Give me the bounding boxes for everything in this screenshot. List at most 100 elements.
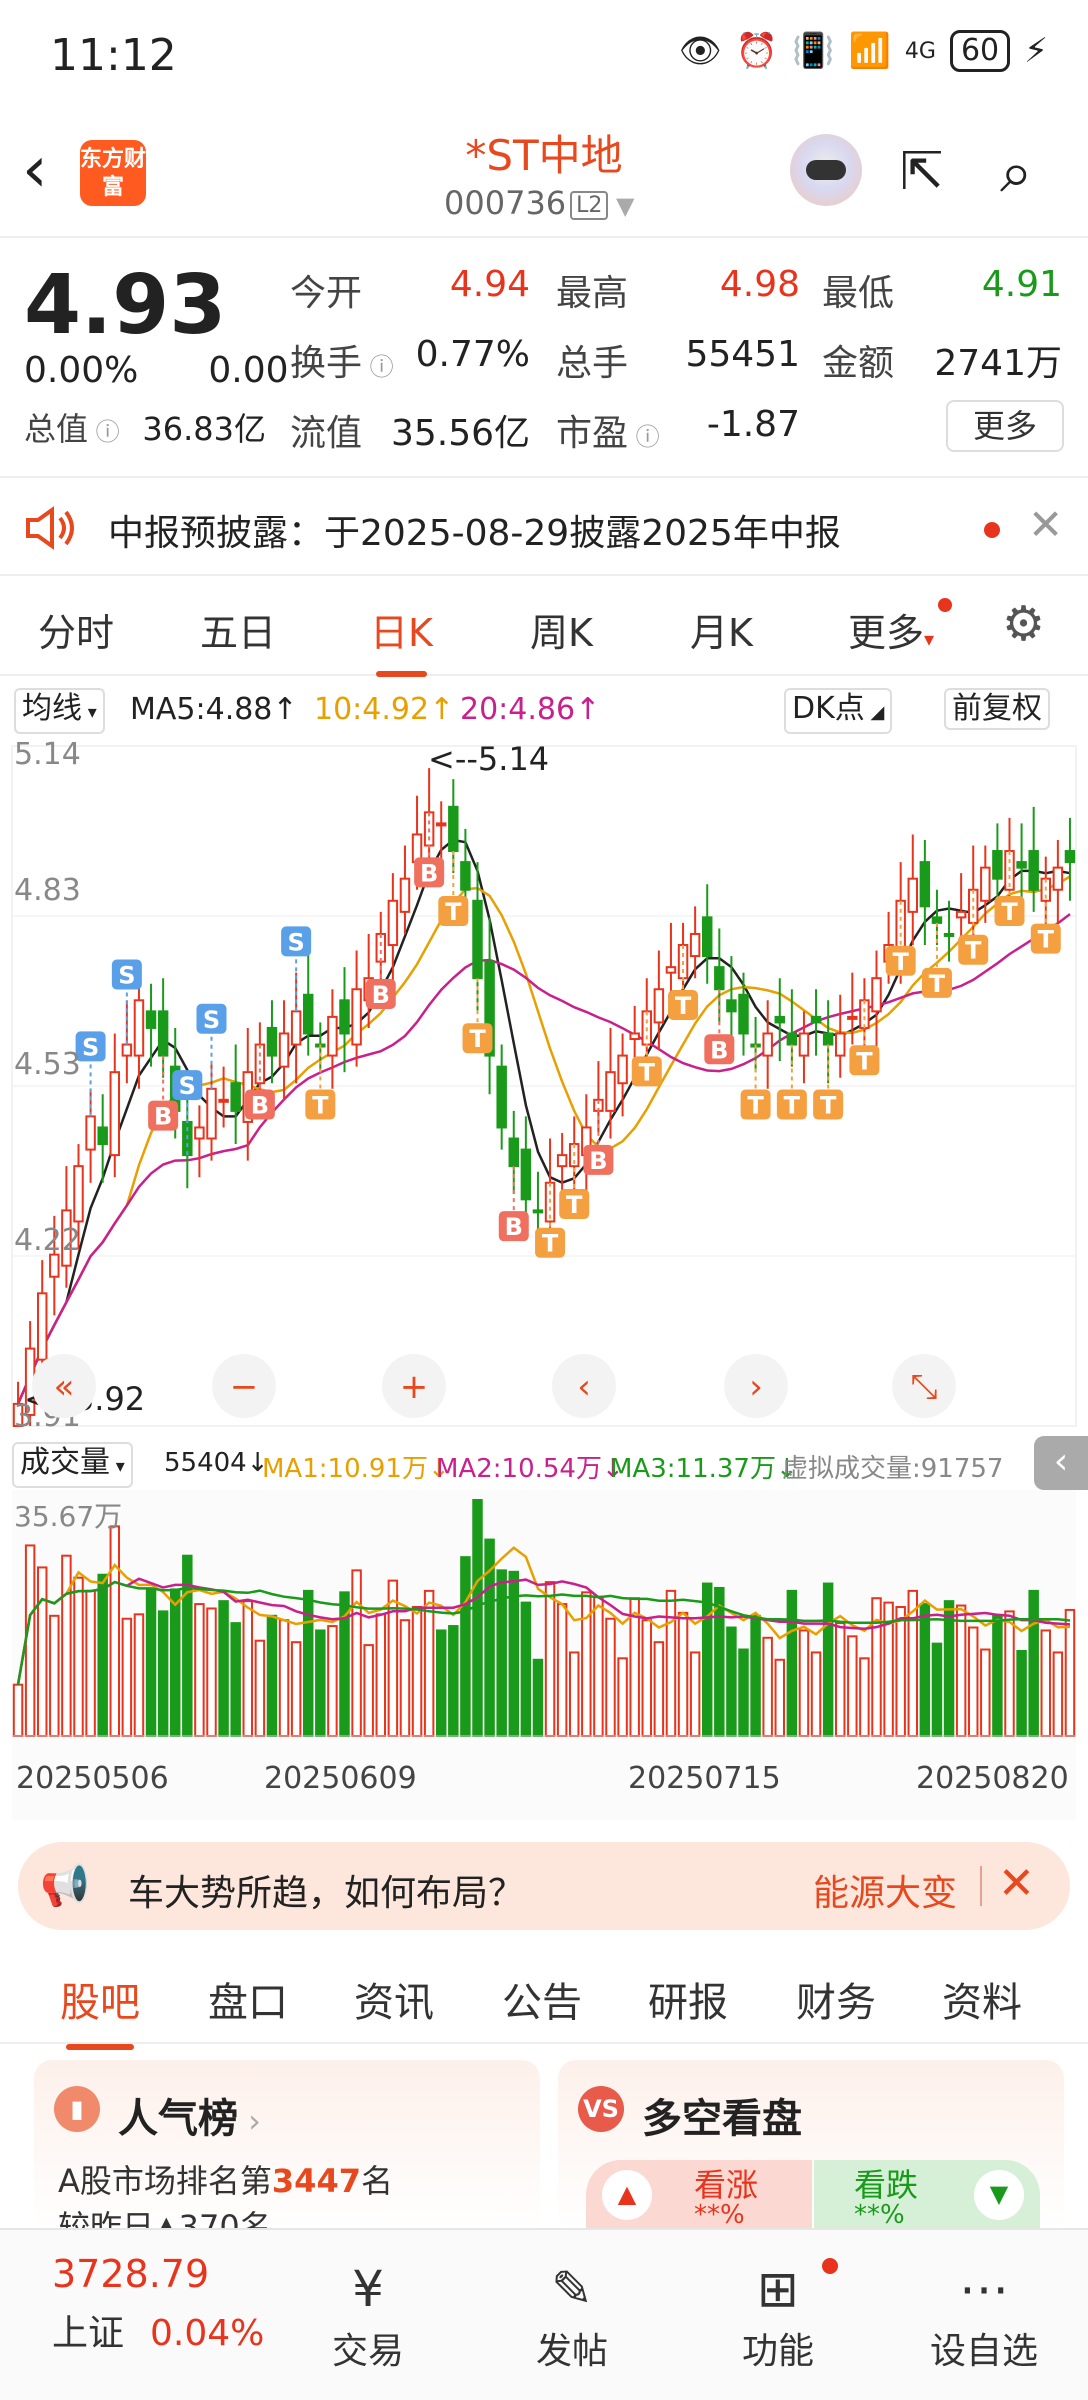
x-tick-label: 20250715 [628, 1761, 781, 1796]
tab-monthly-k[interactable]: 月K [690, 602, 753, 657]
chart-control-icon: ⤡ [910, 1367, 937, 1407]
signal-label: S [179, 1072, 196, 1100]
alarm-icon: ⏰ [735, 31, 779, 71]
search-icon[interactable]: ⌕ [1000, 138, 1032, 207]
collapse-panel-button[interactable]: ‹ [1034, 1436, 1088, 1490]
ma10-value: 10:4.92↑ [314, 692, 455, 727]
popularity-card[interactable]: ▮ 人气榜 › A股市场排名第3447名 较昨日▲370名 [34, 2060, 540, 2230]
volume-bar [230, 1622, 241, 1737]
candle [36, 1292, 48, 1361]
current-price: 4.93 [24, 258, 227, 353]
megaphone-icon: 📢 [40, 1863, 90, 1909]
candle [302, 993, 314, 1035]
candle [1052, 866, 1064, 891]
tab-daily-k[interactable]: 日K [370, 602, 433, 677]
volume-chart[interactable]: 35.67万 20250506 20250609 20250715 202508… [0, 1490, 1088, 1820]
candle [980, 866, 991, 902]
close-icon[interactable]: ✕ [1028, 500, 1063, 549]
change-pct: 0.00% [24, 350, 139, 391]
pe-label[interactable]: 市盈 ⓘ [556, 404, 660, 456]
bullish-button[interactable]: ▲ 看涨 **% [586, 2160, 812, 2230]
tab-guba[interactable]: 股吧 [60, 1970, 140, 2050]
candle [847, 1015, 858, 1020]
volume-bar [315, 1629, 326, 1737]
nav-trade[interactable]: ¥ 交易 [298, 2260, 438, 2374]
stock-code-row[interactable]: 000736 L2 ▼ [444, 184, 635, 222]
level-badge: L2 [570, 190, 609, 220]
dk-point-selector[interactable]: DK点 ◢ [784, 688, 893, 734]
tab-more[interactable]: 更多▾ [848, 602, 934, 657]
volume-bar [738, 1648, 749, 1738]
kline-chart[interactable]: SSBSSBSTBBTTBTTBTTBT T TTTTTTT 5.14 4.83 4… [0, 736, 1088, 1436]
settings-gear-icon[interactable]: ⚙ [1002, 596, 1045, 652]
candle [508, 1137, 520, 1168]
signal-label: T [542, 1230, 559, 1258]
long-short-card[interactable]: VS 多空看盘 ▲ 看涨 **% 看跌 **% ▼ [558, 2060, 1064, 2230]
volume-bar [472, 1499, 483, 1737]
high-label: 最高 [556, 273, 629, 314]
notice-bar[interactable]: 中报预披露：于2025-08-29披露2025年中报 ✕ [0, 476, 1088, 576]
signal-label: S [203, 1006, 220, 1034]
tab-intraday[interactable]: 分时 [38, 602, 114, 657]
candle [786, 1032, 798, 1046]
stock-code: 000736 [444, 184, 567, 222]
candle [532, 1209, 544, 1214]
candle [1028, 850, 1039, 891]
signal-label: T [929, 970, 946, 998]
adjust-selector[interactable]: 前复权 [944, 688, 1050, 730]
market-cap-label[interactable]: 总值 ⓘ [24, 404, 120, 450]
volume-bar [653, 1641, 665, 1738]
quote-panel: 4.93 0.00% 0.00 今开 4.94 最高 4.98 最低 4.91 换… [0, 238, 1088, 468]
volume-bar [834, 1622, 846, 1737]
candle [653, 988, 665, 1024]
volume-bar [568, 1651, 580, 1737]
volume-bar [399, 1619, 411, 1737]
candle [351, 988, 362, 1046]
volume-bar [895, 1606, 906, 1737]
nav-add-watchlist[interactable]: ⋯ 设自选 [914, 2260, 1054, 2374]
nav-functions[interactable]: ⊞ 功能 [708, 2260, 848, 2374]
tab-finance[interactable]: 财务 [796, 1970, 876, 2028]
amount-label: 金额 [822, 343, 895, 384]
tab-profile[interactable]: 资料 [942, 1970, 1022, 2028]
signal-label: T [1038, 926, 1055, 954]
nav-post[interactable]: ✎ 发帖 [502, 2260, 642, 2374]
high-value: 4.98 [719, 264, 800, 305]
candle [762, 1032, 773, 1057]
index-widget[interactable]: 3728.79 上证 0.04% [52, 2252, 264, 2356]
volume-bar [665, 1589, 677, 1737]
volume-bar [532, 1658, 544, 1737]
speaker-icon [26, 506, 74, 550]
turnover-label[interactable]: 换手 ⓘ [290, 334, 394, 386]
tab-research[interactable]: 研报 [648, 1970, 728, 2028]
share-icon[interactable]: ⇱ [900, 142, 944, 202]
promo-banner[interactable]: 📢 车大势所趋，如何布局？ 能源大变 ✕ [18, 1842, 1070, 1930]
volume-bar [822, 1582, 834, 1737]
ma-selector[interactable]: 均线 ▾ [14, 688, 105, 734]
volume-bar [1004, 1610, 1015, 1737]
tab-five-day[interactable]: 五日 [200, 602, 276, 657]
more-button[interactable]: 更多 [946, 400, 1064, 452]
candle [617, 1054, 628, 1085]
tab-news[interactable]: 资讯 [354, 1970, 434, 2028]
volume-bar [327, 1625, 338, 1738]
volume-bar [701, 1582, 713, 1737]
assistant-robot-icon[interactable] [790, 134, 862, 206]
tab-announcements[interactable]: 公告 [502, 1970, 582, 2028]
volume-bar [133, 1613, 145, 1737]
candle [665, 966, 677, 974]
network-label: 4G [904, 38, 936, 64]
candle [145, 1010, 157, 1029]
volume-bar [677, 1611, 689, 1737]
volume-value: 55404↓ [164, 1448, 269, 1478]
candle [121, 1043, 133, 1057]
volume-bar [810, 1651, 822, 1737]
tab-weekly-k[interactable]: 周K [530, 602, 593, 657]
tab-pankou[interactable]: 盘口 [208, 1970, 288, 2028]
close-icon[interactable]: ✕ [998, 1858, 1035, 1909]
candle [1016, 861, 1027, 869]
bearish-button[interactable]: 看跌 **% ▼ [814, 2160, 1040, 2230]
volume-bar [242, 1600, 254, 1738]
volume-selector[interactable]: 成交量 ▾ [12, 1442, 133, 1488]
status-time: 11:12 [50, 30, 177, 81]
